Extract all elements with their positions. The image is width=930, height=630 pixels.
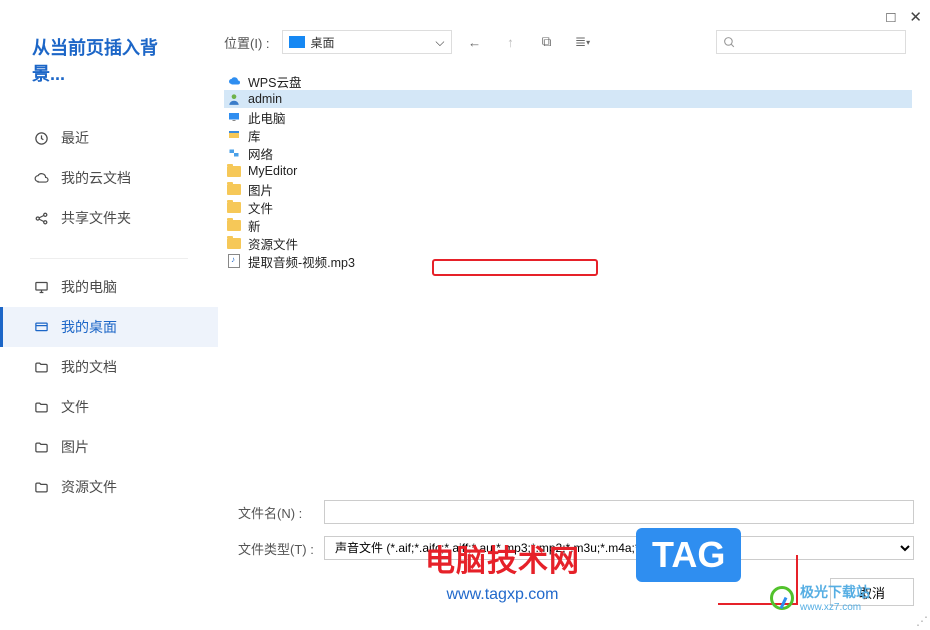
sidebar-item-label: 我的桌面 <box>61 317 117 337</box>
lib-icon <box>226 128 242 142</box>
filetype-label: 文件类型(T) : <box>238 539 318 558</box>
desktop-icon <box>289 36 305 48</box>
file-list[interactable]: WPS云盘admin 此电脑库网络MyEditor 图片文件新资源文件提取音频-视频… <box>218 70 930 492</box>
file-name: 新 <box>248 216 261 235</box>
audio-icon <box>226 254 242 268</box>
clouddisk-icon <box>226 74 242 88</box>
sidebar-item-文件[interactable]: 文件 <box>0 387 218 427</box>
folder-icon <box>33 479 49 495</box>
view-mode-button[interactable]: ≣▾ <box>570 30 596 54</box>
sidebar-item-图片[interactable]: 图片 <box>0 427 218 467</box>
cancel-button[interactable]: 取消 <box>830 578 914 606</box>
location-dropdown[interactable]: 桌面 ⌵ <box>282 30 452 54</box>
desktop-icon <box>33 319 49 335</box>
sidebar-item-最近[interactable]: 最近 <box>0 118 218 158</box>
net-icon <box>226 146 242 160</box>
file-name: 网络 <box>248 144 273 163</box>
file-name: admin <box>248 92 282 106</box>
file-name: 此电脑 <box>248 108 286 127</box>
main-pane: 位置(I) : 桌面 ⌵ ← ↑ ⧉ ≣▾ WPS云盘admin 此电脑库网络My… <box>218 0 930 630</box>
new-folder-button[interactable]: ⧉ <box>534 30 560 54</box>
file-row[interactable]: 新 <box>224 216 912 234</box>
folder-icon <box>33 359 49 375</box>
sidebar-item-label: 我的文档 <box>61 357 117 377</box>
sidebar: 从当前页插入背景... 最近我的云文档共享文件夹 我的电脑我的桌面我的文档文件图… <box>0 0 218 630</box>
file-name: 文件 <box>248 198 273 217</box>
sidebar-item-我的电脑[interactable]: 我的电脑 <box>0 267 218 307</box>
sidebar-item-label: 图片 <box>61 437 89 457</box>
file-row[interactable]: 图片 <box>224 180 912 198</box>
sidebar-item-资源文件[interactable]: 资源文件 <box>0 467 218 507</box>
folder-icon <box>226 218 242 232</box>
folder-icon <box>226 164 242 178</box>
file-row[interactable]: 此电脑 <box>224 108 912 126</box>
clock-icon <box>33 130 49 146</box>
pc-icon <box>226 110 242 124</box>
file-row[interactable]: WPS云盘 <box>224 72 912 90</box>
sidebar-item-label: 我的云文档 <box>61 168 131 188</box>
file-row[interactable]: 网络 <box>224 144 912 162</box>
file-name: 提取音频-视频.mp3 <box>248 252 355 271</box>
file-row[interactable]: 提取音频-视频.mp3 <box>224 252 912 270</box>
sidebar-item-label: 文件 <box>61 397 89 417</box>
file-row[interactable]: 文件 <box>224 198 912 216</box>
sidebar-item-我的桌面[interactable]: 我的桌面 <box>0 307 218 347</box>
file-name: WPS云盘 <box>248 72 301 91</box>
location-value: 桌面 <box>311 34 335 51</box>
sidebar-item-label: 共享文件夹 <box>61 208 131 228</box>
sidebar-item-label: 我的电脑 <box>61 277 117 297</box>
folder-icon <box>33 399 49 415</box>
search-icon <box>723 36 736 49</box>
file-name: MyEditor <box>248 164 297 178</box>
sidebar-item-我的文档[interactable]: 我的文档 <box>0 347 218 387</box>
cloud-icon <box>33 170 49 186</box>
file-name: 图片 <box>248 180 273 199</box>
toolbar: 位置(I) : 桌面 ⌵ ← ↑ ⧉ ≣▾ <box>218 30 930 70</box>
folder-icon <box>226 236 242 250</box>
share-icon <box>33 210 49 226</box>
file-row[interactable]: admin <box>224 90 912 108</box>
filename-input[interactable] <box>324 500 914 524</box>
folder-icon <box>226 182 242 196</box>
user-icon <box>226 92 242 106</box>
file-row[interactable]: MyEditor <box>224 162 912 180</box>
bottom-panel: 文件名(N) : 文件类型(T) : 声音文件 (*.aif;*.aifc;*.… <box>218 492 930 630</box>
back-button[interactable]: ← <box>462 30 488 54</box>
filetype-select[interactable]: 声音文件 (*.aif;*.aifc;*.aiff;*.au;*.mp3;*.m… <box>324 536 914 560</box>
file-row[interactable]: 库 <box>224 126 912 144</box>
chevron-down-icon: ⌵ <box>435 35 444 50</box>
sidebar-item-共享文件夹[interactable]: 共享文件夹 <box>0 198 218 238</box>
sidebar-separator <box>30 258 188 259</box>
file-name: 库 <box>248 126 261 145</box>
filename-label: 文件名(N) : <box>238 503 318 522</box>
search-box[interactable] <box>716 30 906 54</box>
sidebar-item-我的云文档[interactable]: 我的云文档 <box>0 158 218 198</box>
monitor-icon <box>33 279 49 295</box>
folder-icon <box>226 200 242 214</box>
file-name: 资源文件 <box>248 234 298 253</box>
dialog-title: 从当前页插入背景... <box>0 34 218 118</box>
folder-icon <box>33 439 49 455</box>
sidebar-item-label: 资源文件 <box>61 477 117 497</box>
up-button[interactable]: ↑ <box>498 30 524 54</box>
file-row[interactable]: 资源文件 <box>224 234 912 252</box>
sidebar-item-label: 最近 <box>61 128 89 148</box>
location-label: 位置(I) : <box>224 33 270 52</box>
